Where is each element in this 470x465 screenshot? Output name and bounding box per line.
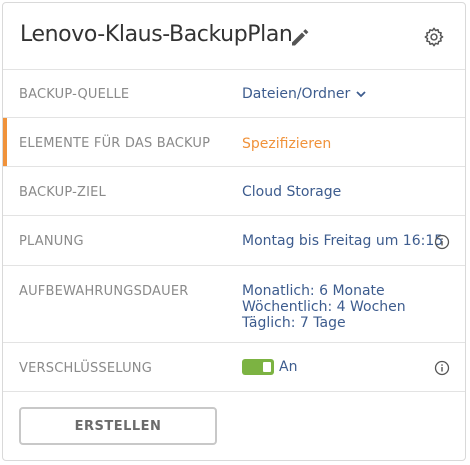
info-icon[interactable]: [434, 234, 450, 250]
row-backup-items: ELEMENTE FÜR DAS BACKUP Spezifizieren: [3, 118, 465, 167]
retention-monthly: Monatlich: 6 Monate: [242, 283, 385, 299]
backup-source-label: BACKUP-QUELLE: [19, 87, 130, 102]
gear-icon[interactable]: [423, 26, 445, 48]
row-retention: AUFBEWAHRUNGSDAUER Monatlich: 6 Monate W…: [3, 266, 465, 343]
backup-source-value: Dateien/Ordner: [242, 86, 351, 102]
chevron-down-icon: [356, 86, 366, 102]
backup-source-dropdown[interactable]: Dateien/Ordner: [242, 86, 366, 102]
toggle-knob: [263, 362, 271, 372]
pencil-icon[interactable]: [289, 26, 311, 48]
retention-rules[interactable]: Monatlich: 6 Monate Wöchentlich: 4 Woche…: [242, 283, 406, 331]
encryption-state: An: [279, 359, 298, 375]
backup-items-label: ELEMENTE FÜR DAS BACKUP: [19, 136, 211, 151]
plan-title: Lenovo-Klaus-BackupPlan: [20, 22, 293, 47]
info-icon[interactable]: [434, 360, 450, 376]
backup-destination-value[interactable]: Cloud Storage: [242, 184, 341, 200]
backup-destination-label: BACKUP-ZIEL: [19, 185, 106, 200]
encryption-label: VERSCHLÜSSELUNG: [19, 361, 152, 376]
specify-items-link[interactable]: Spezifizieren: [242, 136, 331, 152]
backup-plan-card: Lenovo-Klaus-BackupPlan BACKUP-QUELLE Da…: [2, 2, 466, 461]
retention-weekly: Wöchentlich: 4 Wochen: [242, 299, 406, 315]
retention-daily: Täglich: 7 Tage: [242, 315, 346, 331]
row-schedule: PLANUNG Montag bis Freitag um 16:15: [3, 216, 465, 266]
row-backup-source: BACKUP-QUELLE Dateien/Ordner: [3, 69, 465, 118]
row-encryption: VERSCHLÜSSELUNG An: [3, 343, 465, 392]
encryption-toggle[interactable]: [242, 359, 274, 375]
retention-label: AUFBEWAHRUNGSDAUER: [19, 284, 189, 299]
schedule-value[interactable]: Montag bis Freitag um 16:15: [242, 233, 443, 249]
plan-header: Lenovo-Klaus-BackupPlan: [3, 3, 465, 70]
schedule-label: PLANUNG: [19, 234, 84, 249]
create-button[interactable]: ERSTELLEN: [19, 407, 217, 445]
row-backup-destination: BACKUP-ZIEL Cloud Storage: [3, 167, 465, 216]
